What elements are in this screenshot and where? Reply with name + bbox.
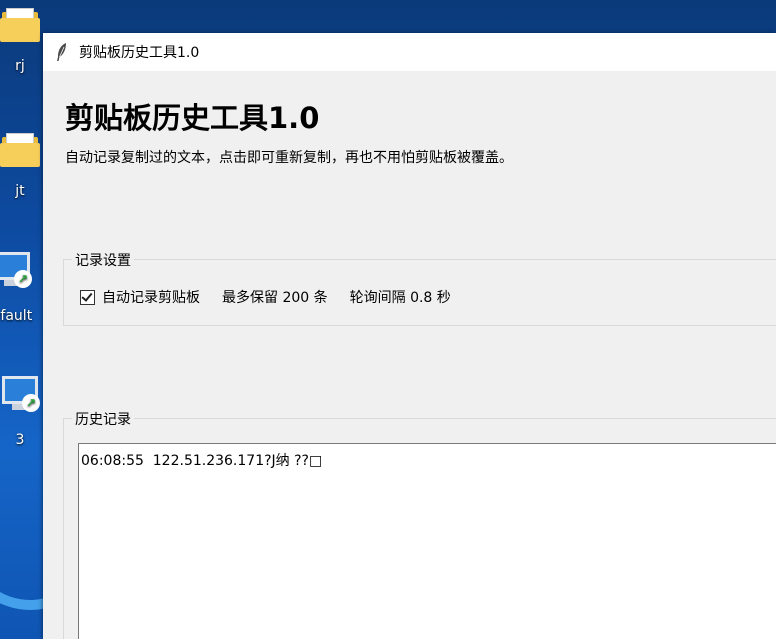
desktop-icon-efault[interactable]: ↗ efault xyxy=(0,250,42,324)
history-list[interactable]: 06:08:55 122.51.236.171?J纳 ??□ xyxy=(78,443,776,639)
settings-row: 自动记录剪贴板 最多保留 200 条 轮询间隔 0.8 秒 xyxy=(80,287,451,307)
folder-icon xyxy=(0,133,40,167)
title-bar[interactable]: 剪贴板历史工具1.0 xyxy=(43,33,776,71)
page-title: 剪贴板历史工具1.0 xyxy=(65,101,320,135)
remote-desktop-icon: ↗ xyxy=(0,250,32,290)
desktop-icon-label: efault xyxy=(0,308,33,324)
settings-group: 记录设置 自动记录剪贴板 最多保留 200 条 轮询间隔 0.8 秒 xyxy=(63,250,776,326)
desktop: rj jt ↗ efault ↗ 3 剪贴板历史工具1.0 剪贴板历史工具1.0… xyxy=(0,0,776,639)
app-window: 剪贴板历史工具1.0 剪贴板历史工具1.0 自动记录复制过的文本，点击即可重新复… xyxy=(43,33,776,639)
auto-record-label[interactable]: 自动记录剪贴板 xyxy=(102,287,200,307)
folder-icon xyxy=(0,8,40,42)
history-item[interactable]: 06:08:55 122.51.236.171?J纳 ??□ xyxy=(79,444,776,470)
window-title: 剪贴板历史工具1.0 xyxy=(79,45,200,61)
feather-icon xyxy=(57,43,66,61)
page-subtitle: 自动记录复制过的文本，点击即可重新复制，再也不用怕剪贴板被覆盖。 xyxy=(65,150,513,166)
max-keep-text: 最多保留 200 条 xyxy=(222,290,328,306)
history-group-label: 历史记录 xyxy=(72,409,134,429)
auto-record-checkbox[interactable] xyxy=(80,289,95,305)
remote-desktop-icon: ↗ xyxy=(0,374,40,414)
poll-interval-text: 轮询间隔 0.8 秒 xyxy=(349,290,451,306)
settings-group-label: 记录设置 xyxy=(72,250,134,270)
history-group: 历史记录 06:08:55 122.51.236.171?J纳 ??□ xyxy=(63,409,776,639)
